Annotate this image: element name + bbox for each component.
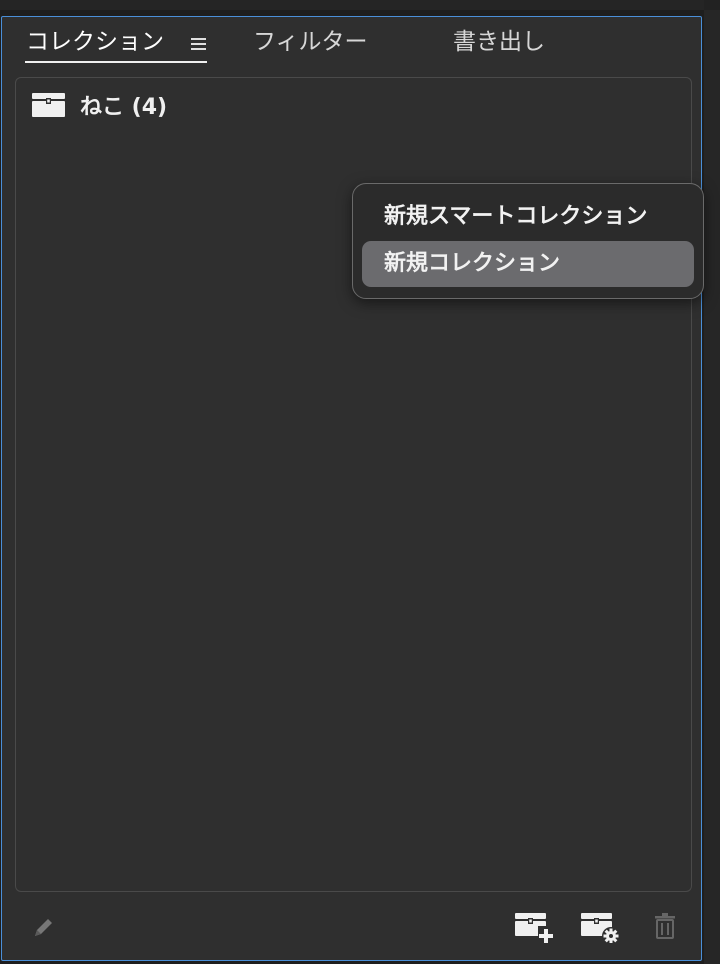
collection-label: ねこ (4) bbox=[80, 95, 168, 120]
menu-item-new-smart-collection[interactable]: 新規スマートコレクション bbox=[362, 194, 694, 240]
collection-box-icon bbox=[32, 93, 65, 117]
menu-icon[interactable] bbox=[191, 38, 206, 51]
collection-item-neko[interactable]: ねこ (4) bbox=[32, 88, 167, 122]
pencil-icon[interactable] bbox=[32, 915, 56, 939]
smart-collection-icon[interactable] bbox=[580, 911, 622, 943]
collections-panel: コレクション フィルター 書き出し ねこ (4) bbox=[1, 16, 702, 961]
window-top-bar bbox=[0, 0, 720, 10]
tab-collections[interactable]: コレクション bbox=[26, 27, 164, 57]
active-tab-underline bbox=[25, 61, 207, 63]
trash-icon[interactable] bbox=[654, 913, 676, 939]
window-top-bar-inner bbox=[0, 0, 704, 10]
tab-export[interactable]: 書き出し bbox=[453, 27, 545, 57]
new-collection-icon[interactable] bbox=[514, 911, 554, 943]
tab-filter[interactable]: フィルター bbox=[253, 27, 368, 57]
menu-item-new-collection[interactable]: 新規コレクション bbox=[362, 241, 694, 287]
panel-tabs: コレクション フィルター 書き出し bbox=[2, 17, 701, 69]
panel-toolbar bbox=[2, 897, 701, 957]
context-menu: 新規スマートコレクション 新規コレクション bbox=[352, 183, 704, 299]
right-edge-strip bbox=[704, 10, 720, 964]
